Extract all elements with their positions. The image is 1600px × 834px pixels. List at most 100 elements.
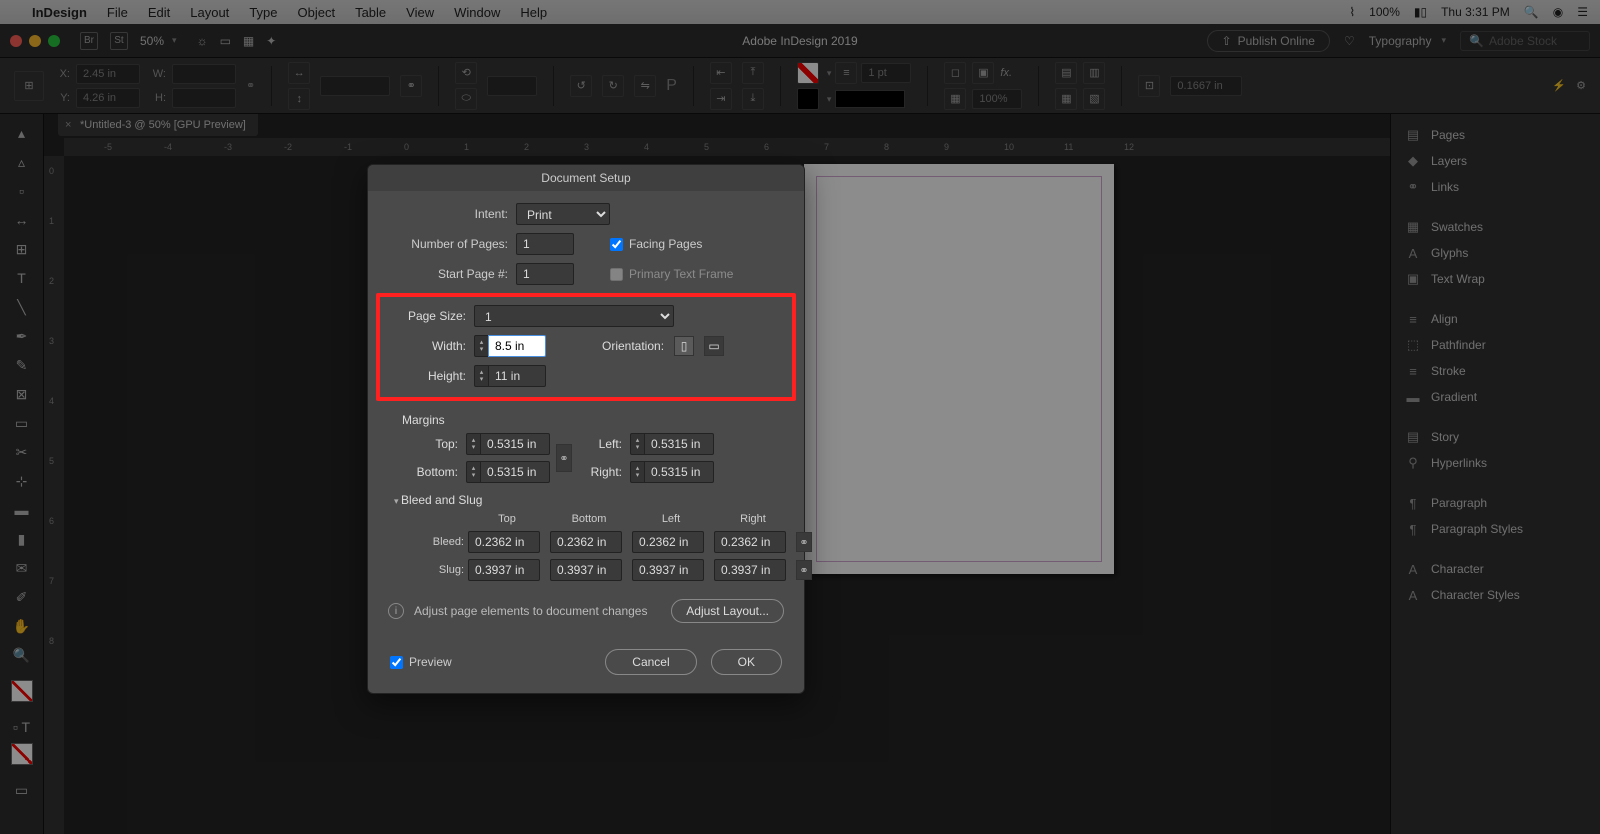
preview-check[interactable]: Preview xyxy=(390,655,452,669)
selection-tool[interactable]: ▴ xyxy=(8,120,36,146)
siri-icon[interactable]: ◉ xyxy=(1553,5,1563,19)
margin-left-stepper[interactable]: ▴▾ xyxy=(630,433,714,455)
slug-top-input[interactable] xyxy=(468,559,540,581)
margin-bottom-stepper[interactable]: ▴▾ xyxy=(466,461,550,483)
page-tool[interactable]: ▫ xyxy=(8,178,36,204)
panel-pages[interactable]: ▤Pages xyxy=(1391,122,1600,148)
margin-bottom-input[interactable] xyxy=(480,461,550,483)
bleed-top-input[interactable] xyxy=(468,531,540,553)
panel-stroke[interactable]: ≡Stroke xyxy=(1391,358,1600,384)
intent-select[interactable]: Print xyxy=(516,203,610,225)
arrange-icon[interactable]: ▦ xyxy=(243,34,254,48)
menu-table[interactable]: Table xyxy=(355,5,386,20)
menu-window[interactable]: Window xyxy=(454,5,500,20)
gradient-tool[interactable]: ▬ xyxy=(8,497,36,523)
help-bulb-icon[interactable]: ♡ xyxy=(1344,34,1355,48)
wrap-shape-icon[interactable]: ▦ xyxy=(1055,88,1077,110)
rect-frame-tool[interactable]: ⊠ xyxy=(8,381,36,407)
scissors-tool[interactable]: ✂ xyxy=(8,439,36,465)
margin-right-stepper[interactable]: ▴▾ xyxy=(630,461,714,483)
workspace-switcher[interactable]: Typography xyxy=(1369,34,1446,48)
panel-layers[interactable]: ◆Layers xyxy=(1391,148,1600,174)
constrain-icon[interactable]: ⚭ xyxy=(246,79,255,92)
wifi-icon[interactable]: ⌇ xyxy=(1349,5,1355,19)
ok-button[interactable]: OK xyxy=(711,649,782,675)
bleed-link-icon[interactable]: ⚭ xyxy=(796,532,812,552)
gap-tool[interactable]: ↔ xyxy=(8,207,36,233)
stroke-style-swatch[interactable] xyxy=(835,90,905,108)
opacity-input[interactable] xyxy=(972,89,1022,109)
cancel-button[interactable]: Cancel xyxy=(605,649,696,675)
primary-frame-check[interactable]: Primary Text Frame xyxy=(610,267,733,281)
screen-mode-toggle[interactable]: ▭ xyxy=(8,777,36,803)
rotate-ccw-icon[interactable]: ↺ xyxy=(570,75,592,97)
scale-y-icon[interactable]: ↕ xyxy=(288,88,310,110)
shear-icon[interactable]: ⬭ xyxy=(455,88,477,110)
bleed-left-input[interactable] xyxy=(632,531,704,553)
panel-links[interactable]: ⚭Links xyxy=(1391,174,1600,200)
panel-paragraph[interactable]: ¶Paragraph xyxy=(1391,490,1600,516)
pencil-tool[interactable]: ✎ xyxy=(8,352,36,378)
wrap-none-icon[interactable]: ▤ xyxy=(1055,62,1077,84)
panel-character-styles[interactable]: ACharacter Styles xyxy=(1391,582,1600,608)
y-input[interactable] xyxy=(76,88,140,108)
numpages-input[interactable] xyxy=(516,233,574,255)
gpu-icon[interactable]: ✦ xyxy=(266,34,276,48)
page-canvas[interactable] xyxy=(804,164,1114,574)
zoom-level[interactable]: 50% xyxy=(140,34,177,48)
screen-mode-icon[interactable]: ▭ xyxy=(220,34,231,48)
align-t-icon[interactable]: ⤒ xyxy=(742,62,764,84)
panel-story[interactable]: ▤Story xyxy=(1391,424,1600,450)
margins-link-icon[interactable]: ⚭ xyxy=(556,444,572,472)
adjust-layout-button[interactable]: Adjust Layout... xyxy=(671,599,784,623)
document-tab[interactable]: *Untitled-3 @ 50% [GPU Preview] xyxy=(58,114,258,136)
wrap-around-icon[interactable]: ▥ xyxy=(1083,62,1105,84)
direct-select-tool[interactable]: ▵ xyxy=(8,149,36,175)
stroke-dropdown[interactable] xyxy=(823,93,832,105)
pen-tool[interactable]: ✒ xyxy=(8,323,36,349)
width-stepper[interactable]: ▴▾ xyxy=(474,335,546,357)
publish-button[interactable]: ⇧Publish Online xyxy=(1207,30,1330,52)
apply-color-icon[interactable]: ▫ T xyxy=(8,714,36,740)
menu-object[interactable]: Object xyxy=(298,5,336,20)
pagesize-select[interactable]: 1 xyxy=(474,305,674,327)
slug-bottom-input[interactable] xyxy=(550,559,622,581)
rotate-input[interactable] xyxy=(487,76,537,96)
panel-textwrap[interactable]: ▣Text Wrap xyxy=(1391,266,1600,292)
startpage-input[interactable] xyxy=(516,263,574,285)
orientation-portrait[interactable]: ▯ xyxy=(674,336,694,356)
slug-right-input[interactable] xyxy=(714,559,786,581)
hand-tool[interactable]: ✋ xyxy=(8,613,36,639)
content-tool[interactable]: ⊞ xyxy=(8,236,36,262)
fill-stroke-swatch[interactable] xyxy=(11,680,33,702)
drop-shadow-icon[interactable]: ▣ xyxy=(972,62,994,84)
eyedropper-tool[interactable]: ✐ xyxy=(8,584,36,610)
rect-tool[interactable]: ▭ xyxy=(8,410,36,436)
height-stepper[interactable]: ▴▾ xyxy=(474,365,546,387)
slug-left-input[interactable] xyxy=(632,559,704,581)
bleed-bottom-input[interactable] xyxy=(550,531,622,553)
panel-glyphs[interactable]: AGlyphs xyxy=(1391,240,1600,266)
bleed-right-input[interactable] xyxy=(714,531,786,553)
rotate-icon[interactable]: ⟲ xyxy=(455,62,477,84)
default-colors-icon[interactable] xyxy=(11,743,33,765)
bleed-slug-heading[interactable]: Bleed and Slug xyxy=(394,493,784,507)
margin-top-stepper[interactable]: ▴▾ xyxy=(466,433,550,455)
x-input[interactable] xyxy=(76,64,140,84)
fit-frame-icon[interactable]: ⊡ xyxy=(1138,75,1160,97)
stock-search[interactable]: 🔍Adobe Stock xyxy=(1460,31,1590,51)
stroke-swatch-icon[interactable] xyxy=(797,88,819,110)
stroke-weight-icon[interactable]: ≡ xyxy=(835,62,857,84)
app-name[interactable]: InDesign xyxy=(32,5,87,20)
flip-h-icon[interactable]: ⇋ xyxy=(634,75,656,97)
panel-gradient[interactable]: ▬Gradient xyxy=(1391,384,1600,410)
slug-link-icon[interactable]: ⚭ xyxy=(796,560,812,580)
fill-dropdown[interactable] xyxy=(823,67,832,79)
fill-swatch-icon[interactable] xyxy=(797,62,819,84)
panel-paragraph-styles[interactable]: ¶Paragraph Styles xyxy=(1391,516,1600,542)
margin-right-input[interactable] xyxy=(644,461,714,483)
corner-icon[interactable]: ◻ xyxy=(944,62,966,84)
line-tool[interactable]: ╲ xyxy=(8,294,36,320)
menu-layout[interactable]: Layout xyxy=(190,5,229,20)
margin-top-input[interactable] xyxy=(480,433,550,455)
